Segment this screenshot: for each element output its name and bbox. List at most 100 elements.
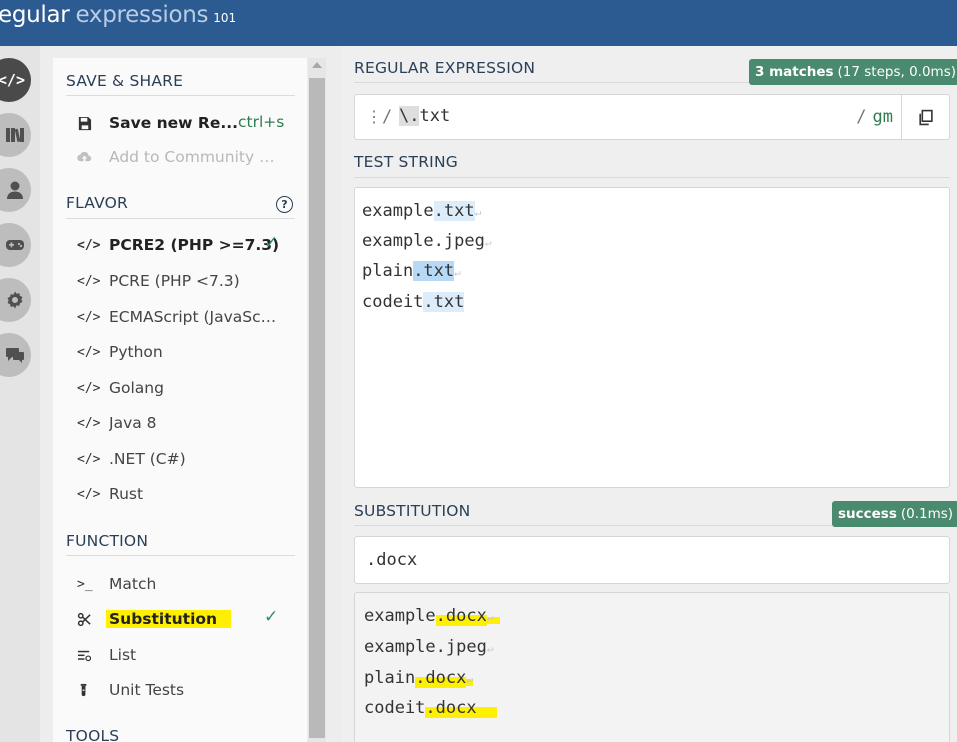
code-icon: </> bbox=[77, 273, 101, 289]
status-text: success bbox=[838, 506, 897, 522]
flavor-item-rust[interactable]: </> Rust bbox=[77, 482, 297, 506]
flavor-label: ECMAScript (JavaScri... bbox=[109, 308, 281, 326]
flavor-item-golang[interactable]: </> Golang bbox=[77, 376, 297, 400]
regex-input[interactable]: ⋮ / \.txt / gm bbox=[354, 94, 950, 140]
text: plain bbox=[364, 668, 416, 688]
result-line: example.docx↵ bbox=[364, 606, 501, 626]
result-line: codeit.docx bbox=[364, 698, 498, 718]
flavor-label: Java 8 bbox=[109, 414, 157, 432]
icon-sidebar: </> bbox=[0, 46, 40, 742]
flavor-label: Python bbox=[109, 343, 163, 361]
flavor-item-ecmascript[interactable]: </> ECMAScript (JavaScri... bbox=[77, 305, 297, 329]
function-item-match[interactable]: >_ Match bbox=[77, 572, 297, 596]
substitution-input[interactable]: .docx bbox=[354, 536, 950, 584]
substitution-result: example.docx↵ example.jpeg↵ plain.docx↵ … bbox=[354, 592, 950, 742]
flavor-item-java8[interactable]: </> Java 8 bbox=[77, 411, 297, 435]
app-header: egular expressions 101 bbox=[0, 0, 957, 46]
substitution-value: .docx bbox=[366, 550, 418, 570]
function-item-list[interactable]: List bbox=[77, 643, 297, 667]
regex-escape-token: \. bbox=[399, 106, 420, 126]
code-icon: </> bbox=[77, 451, 101, 467]
terminal-icon: >_ bbox=[77, 576, 93, 592]
substitution-title: SUBSTITUTION bbox=[354, 502, 471, 520]
main-editor: REGULAR EXPRESSION 3 matches (17 steps, 0… bbox=[342, 46, 957, 742]
divider bbox=[66, 218, 295, 219]
add-to-community-button[interactable]: Add to Community L... bbox=[77, 145, 297, 169]
newline-icon: ↵ bbox=[474, 206, 482, 219]
drag-handle-icon[interactable]: ⋮ bbox=[366, 107, 382, 126]
match-count: 3 matches bbox=[755, 64, 834, 80]
text: example.jpeg bbox=[364, 637, 487, 657]
highlight-tail bbox=[476, 698, 498, 718]
text: example.jpeg bbox=[362, 231, 485, 251]
function-label: Match bbox=[109, 575, 157, 593]
floppy-icon bbox=[77, 116, 101, 131]
logo[interactable]: egular expressions 101 bbox=[0, 2, 236, 28]
substituted-text: .docx bbox=[425, 698, 477, 718]
copy-button[interactable] bbox=[901, 95, 949, 139]
divider bbox=[354, 525, 832, 526]
checkmark-icon: ✓ bbox=[264, 233, 279, 253]
newline-icon: ↵ bbox=[466, 673, 473, 686]
flavor-item-python[interactable]: </> Python bbox=[77, 340, 297, 364]
flavor-label: PCRE (PHP <7.3) bbox=[109, 272, 240, 290]
logo-word-regular: egular bbox=[0, 2, 70, 28]
regex-flags[interactable]: / gm bbox=[856, 107, 893, 127]
text: example bbox=[364, 606, 436, 626]
substituted-text: .docx bbox=[435, 606, 487, 626]
list-icon bbox=[77, 648, 101, 663]
chat-icon[interactable] bbox=[0, 333, 31, 377]
substitution-status-badge: success (0.1ms) bbox=[832, 501, 957, 527]
code-icon: </> bbox=[77, 309, 101, 325]
flavor-item-dotnet[interactable]: </> .NET (C#) bbox=[77, 447, 297, 471]
save-share-title: SAVE & SHARE bbox=[66, 72, 184, 90]
divider bbox=[66, 555, 295, 556]
user-icon[interactable] bbox=[0, 168, 31, 212]
function-label: Substitution bbox=[106, 610, 232, 628]
save-shortcut: ctrl+s bbox=[238, 113, 285, 131]
code-icon: </> bbox=[77, 415, 101, 431]
status-time: (0.1ms) bbox=[900, 506, 954, 522]
scissors-icon bbox=[77, 612, 101, 627]
test-line: plain.txt↵ bbox=[362, 261, 461, 281]
test-line: example.txt↵ bbox=[362, 201, 481, 221]
result-line: example.jpeg↵ bbox=[364, 637, 493, 657]
newline-icon: ↵ bbox=[486, 611, 501, 624]
regex-pattern[interactable]: \.txt bbox=[399, 106, 450, 126]
checkmark-icon: ✓ bbox=[264, 607, 279, 627]
save-label: Save new Re... bbox=[109, 114, 239, 132]
code-icon: </> bbox=[77, 380, 101, 396]
regex-title: REGULAR EXPRESSION bbox=[354, 59, 536, 77]
function-title: FUNCTION bbox=[66, 532, 149, 550]
gear-icon[interactable] bbox=[0, 278, 31, 322]
divider bbox=[354, 82, 749, 83]
newline-icon: ↵ bbox=[484, 236, 492, 249]
divider bbox=[354, 177, 950, 178]
tools-title: TOOLS bbox=[66, 727, 120, 742]
test-string-editor[interactable]: example.txt↵ example.jpeg↵ plain.txt↵ co… bbox=[354, 187, 950, 488]
flavor-label: Rust bbox=[109, 485, 144, 503]
gamepad-icon[interactable] bbox=[0, 223, 31, 267]
flavor-item-pcre[interactable]: </> PCRE (PHP <7.3) bbox=[77, 269, 297, 293]
scroll-thumb[interactable] bbox=[309, 78, 325, 738]
code-icon: </> bbox=[77, 486, 101, 502]
result-line: plain.docx↵ bbox=[364, 668, 473, 688]
code-icon[interactable]: </> bbox=[0, 58, 31, 102]
code-icon: </> bbox=[77, 237, 101, 253]
test-tube-icon bbox=[77, 683, 101, 698]
sidebar-scrollbar[interactable] bbox=[308, 58, 326, 742]
library-icon[interactable] bbox=[0, 113, 31, 157]
code-icon: </> bbox=[77, 344, 101, 360]
function-label: List bbox=[109, 646, 137, 664]
logo-word-expressions: expressions bbox=[75, 2, 209, 28]
test-line: codeit.txt bbox=[362, 292, 465, 312]
match-steps: (17 steps, 0.0ms) bbox=[837, 64, 957, 80]
text: codeit bbox=[364, 698, 426, 718]
flavor-label: PCRE2 (PHP >=7.3) bbox=[109, 236, 280, 254]
help-icon[interactable]: ? bbox=[276, 196, 293, 213]
delimiter-right: / bbox=[856, 107, 867, 127]
text: example bbox=[362, 201, 434, 221]
function-item-unit-tests[interactable]: Unit Tests bbox=[77, 678, 297, 702]
scroll-up-arrow-icon[interactable] bbox=[312, 62, 322, 68]
delimiter-left: / bbox=[382, 107, 393, 127]
